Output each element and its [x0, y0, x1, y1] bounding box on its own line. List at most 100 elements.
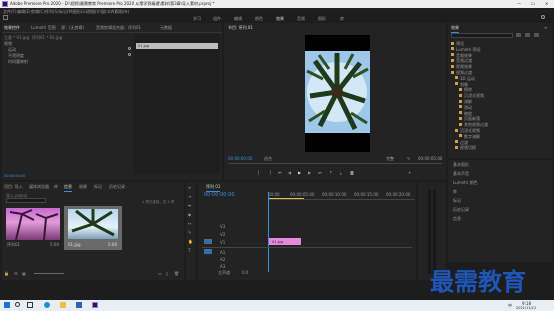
lift-icon[interactable]: ⤒ [330, 170, 332, 175]
workspace-learn[interactable]: 学习 [193, 16, 201, 22]
home-icon[interactable] [3, 15, 8, 20]
icon-view-icon[interactable]: ▦ [22, 271, 26, 276]
tab-markers[interactable]: 标记 [94, 184, 102, 190]
track-label[interactable]: A3 [220, 264, 225, 269]
close-button[interactable]: ✕ [545, 1, 548, 6]
lock-icon[interactable]: 🔒 [4, 271, 9, 276]
track-label[interactable]: V3 [220, 224, 225, 229]
right-panels: 基本图形 基本声音 Lumetri 颜色 库 标记 历史记录 信息 [448, 160, 552, 262]
trash-icon[interactable]: 🗑 [174, 271, 179, 276]
workspace-libraries[interactable]: 库 [340, 16, 344, 22]
track-select-icon[interactable]: ⇥ [188, 194, 191, 199]
yuv-icon[interactable] [534, 33, 539, 37]
extract-icon[interactable]: ⤓ [340, 170, 342, 175]
step-forward-icon[interactable]: ▶ [308, 170, 311, 175]
palm-tree-image [305, 51, 370, 133]
workspace-graphics[interactable]: 图形 [318, 16, 326, 22]
tab-sequence[interactable]: 序列 01 [206, 184, 221, 192]
panel-essential-sound[interactable]: 基本声音 [453, 171, 469, 177]
32bit-icon[interactable] [525, 33, 530, 37]
tab-lumetri-scopes[interactable]: Lumetri 范围 [31, 25, 56, 31]
timeline-ruler[interactable]: 00:00 00:00:05:00 00:00:10:00 00:00:15:0… [268, 192, 414, 200]
camera-icon[interactable]: ◙ [350, 170, 354, 175]
track-label[interactable]: V1 [220, 240, 225, 245]
new-bin-icon[interactable]: ▭ [158, 271, 162, 276]
panel-history[interactable]: 历史记录 [453, 207, 469, 213]
tab-history[interactable]: 历史记录 [109, 184, 125, 190]
project-item-selected[interactable]: 01.jpg 5:00 [64, 206, 122, 250]
tab-program-monitor[interactable]: 节目: 序列 01 [228, 25, 253, 33]
taskbar: 中 9:18 2021/11/12 [0, 300, 554, 311]
tab-effects[interactable]: 效果 [79, 184, 87, 190]
panel-libraries[interactable]: 库 [453, 189, 457, 195]
button-editor-icon[interactable]: + [408, 170, 411, 175]
fit-dropdown[interactable]: 适合 [264, 156, 272, 162]
accelerated-icon[interactable] [516, 33, 521, 37]
workspace-color[interactable]: 颜色 [255, 16, 263, 22]
premiere-icon[interactable] [92, 302, 98, 308]
new-item-icon[interactable]: ▯ [166, 271, 168, 276]
edge-icon[interactable] [44, 302, 50, 308]
panel-essential-graphics[interactable]: 基本图形 [453, 162, 469, 168]
tab-effect-controls[interactable]: 效果控件 [4, 25, 20, 33]
step-back-icon[interactable]: ◀ [288, 170, 291, 175]
reset-icon[interactable] [128, 47, 131, 50]
workspace-effects[interactable]: 效果 [276, 16, 284, 24]
panel-info[interactable]: 信息 [453, 216, 461, 222]
project-panel: 项目: 导入 媒体浏览器 库 信息 效果 标记 历史记录 导入.prproj 1… [2, 182, 184, 280]
tab-project[interactable]: 项目: 导入 [4, 184, 23, 190]
ripple-edit-icon[interactable]: ⇹ [188, 203, 191, 208]
hand-icon[interactable]: ✋ [188, 239, 193, 244]
minimize-button[interactable]: — [517, 1, 521, 6]
track-target[interactable] [204, 249, 212, 254]
fx-time-remap[interactable]: 时间重映射 [8, 59, 28, 65]
pen-icon[interactable]: ✎ [188, 230, 191, 235]
track-label[interactable]: V2 [220, 232, 225, 237]
work-area-bar[interactable] [268, 198, 304, 199]
timeline-clip[interactable]: 01.jpg [269, 238, 301, 245]
zoom-slider[interactable] [34, 273, 64, 274]
tray-language[interactable]: 中 [508, 303, 512, 309]
task-view-icon[interactable] [27, 302, 33, 308]
panel-menu-icon[interactable]: ≡ [544, 25, 547, 30]
tab-metadata[interactable]: 元数据 [160, 25, 172, 31]
playback-scrubber[interactable] [228, 163, 442, 164]
master-track-value[interactable]: 0.0 [242, 270, 248, 275]
workspace-assembly[interactable]: 组件 [213, 16, 221, 22]
tab-media-browser[interactable]: 媒体浏览器 [29, 184, 49, 190]
app-logo [2, 1, 8, 7]
tab-source[interactable]: 源：(无剪辑) [61, 25, 84, 31]
project-search-input[interactable] [6, 198, 46, 203]
list-view-icon[interactable]: ☰ [14, 271, 18, 276]
panel-lumetri-color[interactable]: Lumetri 颜色 [453, 180, 478, 186]
tab-audio-mixer[interactable]: 音频剪辑混合器：序列01 [96, 25, 141, 31]
razor-icon[interactable]: ◆ [188, 212, 191, 217]
track-target[interactable] [204, 239, 212, 244]
mark-in-icon[interactable]: ▏ [258, 170, 261, 175]
tools-panel: ➤ ⇥ ⇹ ◆ ↔ ✎ ✋ T [186, 182, 196, 280]
play-icon[interactable]: ▶ [298, 170, 301, 175]
search-icon[interactable] [541, 15, 545, 19]
explorer-icon[interactable] [60, 302, 66, 308]
slip-icon[interactable]: ↔ [188, 221, 191, 226]
go-to-out-icon[interactable]: ⏭ [318, 170, 322, 175]
quality-dropdown[interactable]: 完整 [386, 156, 394, 162]
workspace-editing[interactable]: 编辑 [234, 16, 242, 22]
workspace-audio[interactable]: 音频 [297, 16, 305, 22]
tab-info[interactable]: 信息 [64, 184, 72, 192]
wrench-icon[interactable]: ✎ [407, 156, 410, 161]
maximize-button[interactable]: ☐ [531, 1, 535, 6]
reset-icon[interactable] [128, 53, 131, 56]
type-icon[interactable]: T [188, 248, 190, 253]
store-icon[interactable] [76, 302, 82, 308]
tab-libraries[interactable]: 库 [54, 184, 58, 190]
project-item[interactable]: 序列01 5:00 [6, 208, 60, 248]
effects-search-input[interactable] [451, 33, 513, 38]
search-icon[interactable] [15, 302, 20, 307]
panel-markers[interactable]: 标记 [453, 198, 461, 204]
windows-start-icon[interactable] [4, 302, 10, 308]
track-v1: V1 01.jpg [202, 238, 412, 246]
mark-out-icon[interactable]: ▕ [268, 170, 271, 175]
selection-tool-icon[interactable]: ➤ [188, 185, 191, 190]
go-to-in-icon[interactable]: ⏮ [278, 170, 282, 175]
